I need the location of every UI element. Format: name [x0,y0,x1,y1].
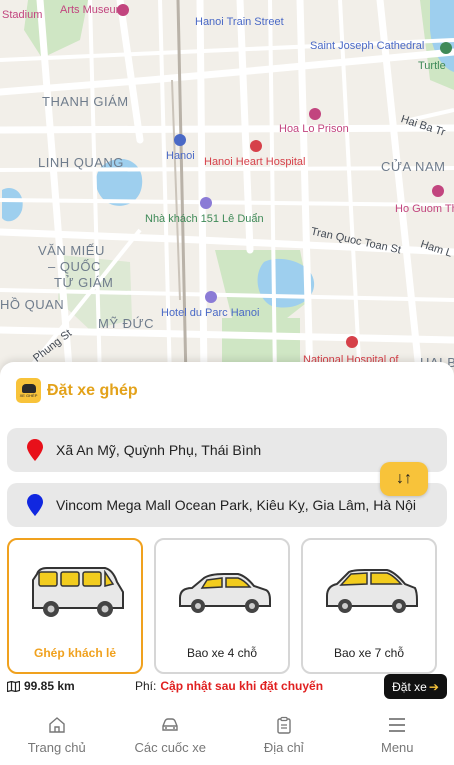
nav-label: Trang chủ [27,740,86,755]
map-canvas [0,0,454,380]
ride-option-shared[interactable]: Ghép khách lẻ [7,538,143,674]
map-district-ho-quan: HỒ QUAN [0,297,65,312]
map-label-nha-khach: Nhà khách 151 Lê Duẩn [145,213,264,225]
ride-option-label: Bao xe 7 chỗ [333,646,405,660]
trip-info: 99.85 km Phí: Cập nhật sau khi đặt chuyến… [0,674,454,700]
ride-option-label: Bao xe 4 chỗ [186,646,258,660]
nav-item-menu[interactable]: Menu [341,708,454,765]
fee-display: Phí: Cập nhật sau khi đặt chuyến [135,679,323,693]
map-label-hotel-du-parc: Hotel du Parc Hanoi [161,307,260,319]
suv-icon [326,569,418,613]
map-view[interactable]: Stadium Arts Museum Hanoi Train Street S… [0,0,454,380]
sedan-icon [179,573,271,613]
map-label-stadium: Stadium [2,9,43,21]
origin-pin-icon [27,439,43,461]
map-label-turtle: Turtle [418,60,446,72]
nav-item-home[interactable]: Trang chủ [0,708,114,765]
nav-item-trips[interactable]: Các cuốc xe [114,708,228,765]
booking-sheet: XE GHÉP Đặt xe ghép Xã An Mỹ, Quỳnh Phụ,… [0,362,454,765]
menu-icon [389,718,406,732]
map-label-saint-joseph: Saint Joseph Cathedral [310,40,425,52]
map-district-thanh-giam: THANH GIÁM [42,94,129,109]
home-icon [49,717,65,733]
map-district-linh-quang: LINH QUANG [38,155,124,170]
ride-option-7-seat[interactable]: Bao xe 7 chỗ [301,538,437,674]
map-label-train-street: Hanoi Train Street [195,16,284,28]
ride-options: Ghép khách lẻ Bao xe 4 chỗ Bao xe 7 chỗ [7,538,447,674]
map-district-tu-giam: TỬ GIÁM [54,275,114,290]
nav-label: Địa chỉ [263,740,304,755]
map-label-hanoi: Hanoi [166,150,195,162]
car-icon [162,718,178,731]
map-label-ho-guom: Ho Guom Th [395,203,454,215]
map-district-quoc: – QUỐC [48,259,101,274]
map-district-van-mieu: VĂN MIẾU [38,243,105,258]
nav-label: Menu [380,740,414,755]
ride-option-4-seat[interactable]: Bao xe 4 chỗ [154,538,290,674]
bottom-nav: Trang chủ Các cuốc xe Địa chỉ Menu [0,708,454,765]
origin-address: Xã An Mỹ, Quỳnh Phụ, Thái Bình [56,442,262,458]
destination-address: Vincom Mega Mall Ocean Park, Kiêu Kỵ, Gi… [56,497,417,513]
map-district-my-duc: MỸ ĐỨC [98,316,154,331]
swap-route-button[interactable]: ↓↑ [380,462,428,496]
fee-value: Cập nhật sau khi đặt chuyến [160,679,324,693]
destination-pin-icon [27,494,43,516]
ride-option-label: Ghép khách lẻ [33,646,117,660]
xe-ghep-logo-icon: XE GHÉP [16,378,41,403]
map-label-heart-hospital: Hanoi Heart Hospital [204,156,306,168]
arrow-right-icon: ➔ [428,679,439,694]
map-label-arts-museum: Arts Museum [60,4,125,16]
nav-item-addresses[interactable]: Địa chỉ [227,708,341,765]
minivan-icon [32,567,124,617]
distance-display: 99.85 km [7,679,75,693]
folded-map-icon [7,680,20,692]
nav-label: Các cuốc xe [134,740,207,755]
app-screen: Stadium Arts Museum Hanoi Train Street S… [0,0,454,765]
book-ride-button[interactable]: Đặt xe ➔ [384,674,447,699]
clipboard-icon [277,716,291,734]
fee-label: Phí: [135,679,157,693]
page-title: Đặt xe ghép [47,381,138,399]
map-label-hoa-lo: Hoa Lo Prison [279,123,349,135]
map-district-cua-nam: CỬA NAM [381,159,446,174]
sheet-header: XE GHÉP Đặt xe ghép [16,378,138,403]
distance-value: 99.85 km [24,679,75,693]
book-ride-label: Đặt xe [392,679,427,694]
